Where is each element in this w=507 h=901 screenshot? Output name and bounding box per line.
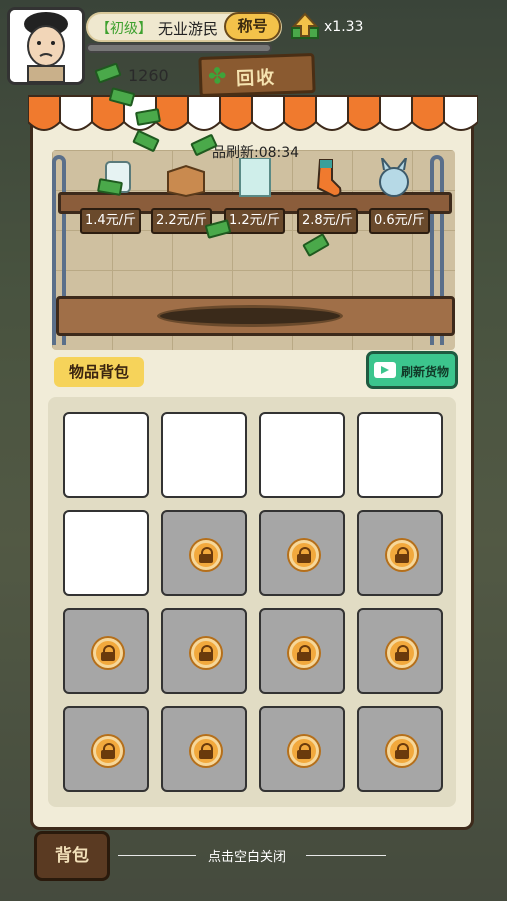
recycle-counter — [56, 296, 455, 336]
lock-icon — [93, 736, 123, 766]
level-up-arrow-icon — [291, 12, 319, 39]
lock-icon — [387, 638, 417, 668]
lock-icon — [93, 638, 123, 668]
inventory-slot[interactable] — [357, 412, 443, 498]
lock-icon — [387, 736, 417, 766]
item-price: 2.8元/斤 — [297, 208, 358, 234]
avatar-face-icon — [10, 10, 82, 82]
locked-slot[interactable] — [357, 510, 443, 596]
bag-button[interactable]: 背包 — [34, 831, 110, 881]
locked-slot[interactable] — [63, 608, 149, 694]
toy-figure-icon[interactable] — [368, 154, 420, 198]
rank-name: 无业游民 — [158, 20, 219, 38]
video-icon — [374, 362, 396, 378]
locked-slot[interactable] — [161, 510, 247, 596]
recycle-shop-sign: ✤ 回收 — [198, 52, 316, 98]
close-hint[interactable]: 点击空白关闭 — [208, 846, 286, 865]
locked-slot[interactable] — [259, 608, 345, 694]
inventory-slot[interactable] — [63, 412, 149, 498]
lock-icon — [289, 638, 319, 668]
title-button[interactable]: 称号 — [224, 12, 281, 41]
locked-slot[interactable] — [161, 706, 247, 792]
rank-tag: 【初级】 — [96, 21, 152, 37]
item-price: 0.6元/斤 — [369, 208, 430, 234]
inventory-slot[interactable] — [161, 412, 247, 498]
locked-slot[interactable] — [63, 706, 149, 792]
lock-icon — [289, 540, 319, 570]
inventory-slot[interactable] — [259, 412, 345, 498]
sock-icon[interactable] — [300, 158, 352, 198]
item-price: 1.4元/斤 — [80, 208, 141, 234]
locked-slot[interactable] — [259, 706, 345, 792]
glass-pane-icon[interactable] — [230, 157, 282, 198]
lock-icon — [191, 638, 221, 668]
multiplier-value: x1.33 — [324, 19, 364, 35]
inventory-slot[interactable] — [63, 510, 149, 596]
lock-icon — [191, 736, 221, 766]
sign-text: 回收 — [235, 67, 277, 90]
backpack-label: 物品背包 — [54, 357, 144, 387]
multiplier-badge[interactable]: x1.33 — [290, 12, 364, 42]
clover-icon: ✤ — [207, 64, 227, 90]
divider-line — [118, 855, 196, 856]
xp-progress-bar — [86, 43, 272, 53]
locked-slot[interactable] — [161, 608, 247, 694]
recycle-hole[interactable] — [157, 305, 343, 327]
player-avatar[interactable] — [7, 7, 85, 85]
item-price: 1.2元/斤 — [224, 208, 285, 234]
lock-icon — [387, 540, 417, 570]
locked-slot[interactable] — [357, 608, 443, 694]
divider-line — [306, 855, 386, 856]
lock-icon — [191, 540, 221, 570]
cardboard-box-icon[interactable] — [160, 158, 212, 198]
refresh-goods-button[interactable]: 刷新货物 — [366, 351, 458, 389]
refresh-goods-label: 刷新货物 — [401, 365, 450, 379]
backpack-grid — [48, 397, 456, 807]
locked-slot[interactable] — [259, 510, 345, 596]
locked-slot[interactable] — [357, 706, 443, 792]
item-price: 2.2元/斤 — [151, 208, 212, 234]
lock-icon — [289, 736, 319, 766]
